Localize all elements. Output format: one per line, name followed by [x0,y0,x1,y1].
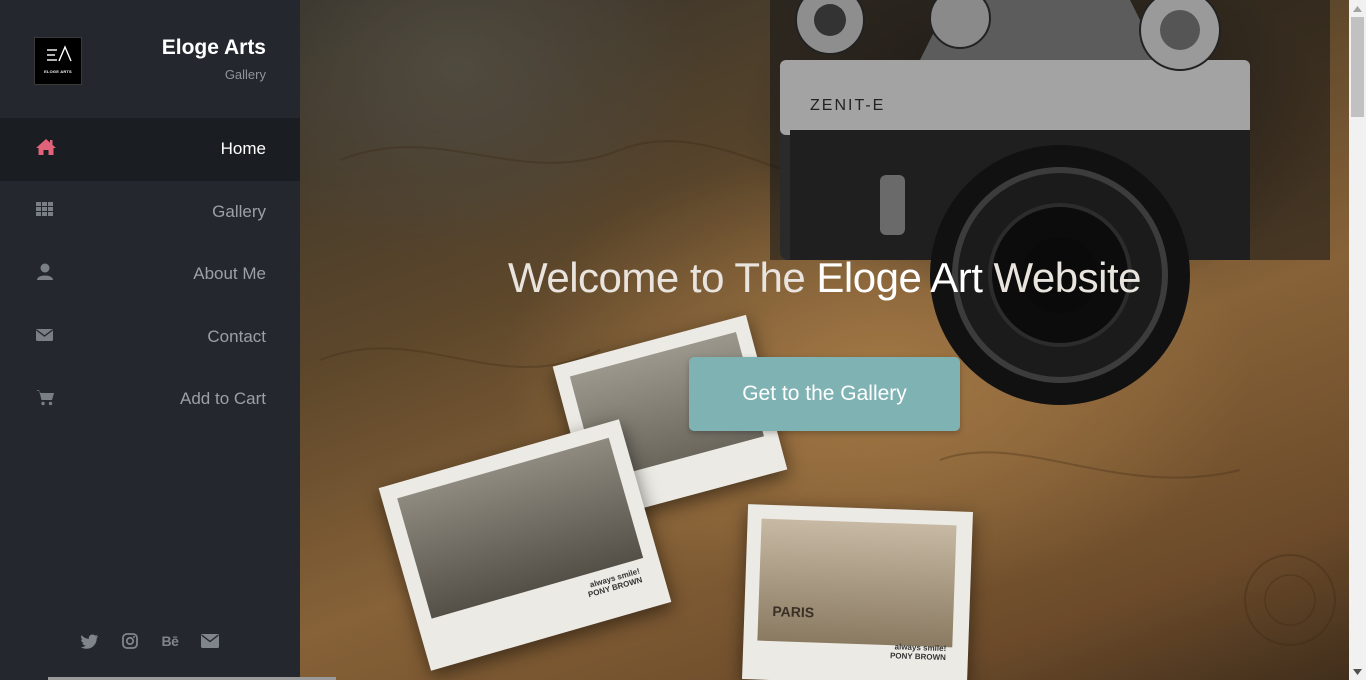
logo-mark-icon [47,45,72,62]
nav-label-home: Home [220,139,266,158]
envelope-icon [35,325,57,345]
brand-header: ELOGE ARTS Eloge Arts Gallery [0,0,300,118]
instagram-icon[interactable] [119,630,141,652]
nav-label-gallery: Gallery [212,201,266,221]
scroll-up-icon[interactable] [1349,0,1366,17]
brand-title[interactable]: Eloge Arts [162,36,266,60]
hero-title: Welcome to The Eloge Art Website [507,254,1142,301]
user-icon [35,262,57,282]
grid-icon [35,200,57,220]
nav-item-cart[interactable]: Add to Cart [0,368,300,431]
nav-label-cart: Add to Cart [180,389,266,408]
gallery-cta-button[interactable]: Get to the Gallery [689,357,960,431]
nav-item-about[interactable]: About Me [0,243,300,306]
photo-caption: always smile! PONY BROWN [587,566,644,600]
vertical-scrollbar[interactable] [1349,0,1366,680]
nav-label-about: About Me [193,264,266,283]
nav-label-contact: Contact [207,326,266,346]
sidebar: ELOGE ARTS Eloge Arts Gallery Home Galle… [0,0,300,680]
social-links: Bē [0,630,300,652]
nav-item-gallery[interactable]: Gallery [0,181,300,244]
photo-card: PARIS always smile! PONY BROWN [742,504,973,680]
photo-paris-text: PARIS [772,603,815,621]
brand-logo[interactable]: ELOGE ARTS [34,37,82,85]
brand-subtitle: Gallery [224,67,266,82]
logo-text: ELOGE ARTS [44,69,72,74]
scroll-thumb[interactable] [1351,17,1364,117]
behance-label: Bē [161,633,179,649]
home-icon [35,137,57,157]
nav-item-home[interactable]: Home [0,118,300,181]
scroll-down-icon[interactable] [1349,663,1366,680]
camera-brand-label: ZENIT-E [810,97,885,114]
behance-icon[interactable]: Bē [159,630,181,652]
photo-caption: always smile! PONY BROWN [889,642,947,662]
hero-section: ZENIT-E always smile! PONY BROWN PARIS a… [300,0,1349,680]
cart-icon [35,387,57,407]
main-nav: Home Gallery About Me Contact Add to Car… [0,118,300,431]
twitter-icon[interactable] [79,630,101,652]
envelope-icon[interactable] [199,630,221,652]
nav-item-contact[interactable]: Contact [0,306,300,369]
